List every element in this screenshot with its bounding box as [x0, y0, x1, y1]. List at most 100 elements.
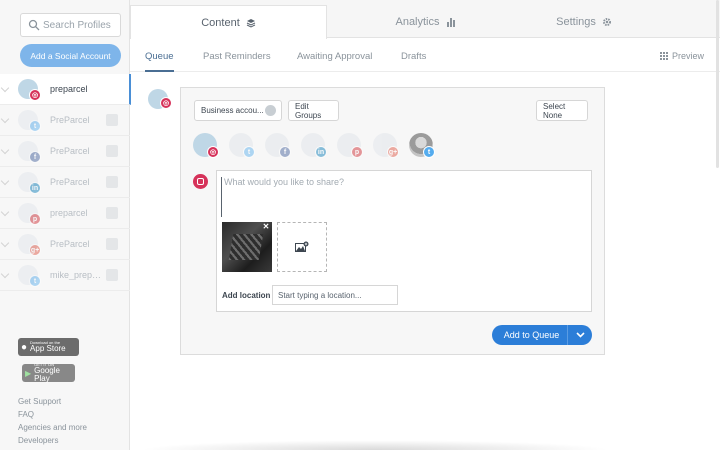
subtab-past-reminders[interactable]: Past Reminders: [203, 51, 271, 62]
profile-item[interactable]: f PreParcel: [0, 136, 130, 167]
instagram-icon: ◎: [29, 89, 41, 101]
profile-toggle[interactable]: [106, 207, 118, 219]
account-avatar-instagram[interactable]: ◎: [193, 133, 219, 158]
play-icon: ▶: [25, 368, 32, 378]
app-store-badge[interactable]: ● Download on the App Store: [18, 338, 79, 356]
business-accounts-label: Business accou...: [201, 106, 264, 115]
profile-toggle[interactable]: [106, 176, 118, 188]
checkmark-icon[interactable]: [0, 269, 10, 279]
footer-links: Get Support FAQ Agencies and more Develo…: [18, 395, 87, 447]
edit-groups-label: Edit Groups: [295, 101, 322, 120]
profile-item[interactable]: t mike_prepa...: [0, 260, 130, 291]
google-plus-icon: g+: [387, 146, 399, 158]
account-avatar-google-plus[interactable]: g+: [373, 133, 399, 158]
subtab-drafts[interactable]: Drafts: [401, 51, 426, 62]
edit-groups-button[interactable]: Edit Groups: [288, 100, 339, 121]
profile-toggle[interactable]: [106, 238, 118, 250]
search-box[interactable]: [20, 13, 121, 37]
post-textarea[interactable]: [221, 177, 581, 217]
profile-item[interactable]: in PreParcel: [0, 167, 130, 198]
footer-link-agencies[interactable]: Agencies and more: [18, 421, 87, 434]
post-editor: ✕ Add location: [216, 170, 592, 312]
footer-link-get-support[interactable]: Get Support: [18, 395, 87, 408]
twitter-icon: t: [423, 146, 435, 158]
profile-item[interactable]: ◎ preparcel: [0, 74, 131, 105]
google-plus-icon: g+: [29, 244, 41, 256]
add-location-label: Add location: [222, 291, 271, 300]
preview-button[interactable]: Preview: [659, 51, 704, 61]
pinterest-icon: p: [29, 213, 41, 225]
layers-icon: [246, 18, 255, 28]
sidebar: Add a Social Account ◎ preparcel t PreParce…: [0, 0, 131, 450]
checkmark-icon[interactable]: [0, 238, 10, 248]
profile-name: PreParcel: [50, 115, 90, 125]
profile-item[interactable]: g+ PreParcel: [0, 229, 130, 260]
profile-toggle[interactable]: [106, 145, 118, 157]
tab-content[interactable]: Content: [130, 5, 327, 39]
checkmark-icon[interactable]: [0, 176, 10, 186]
profile-toggle[interactable]: [106, 114, 118, 126]
instagram-icon: ◎: [160, 97, 172, 109]
linkedin-icon: in: [29, 182, 41, 194]
thumbnail-image-content: [228, 234, 264, 260]
tab-settings[interactable]: Settings: [524, 5, 644, 38]
count-badge: [265, 105, 276, 116]
search-icon: [28, 19, 40, 31]
facebook-icon: f: [29, 151, 41, 163]
queue-options-dropdown[interactable]: [567, 325, 592, 345]
add-social-account-button[interactable]: Add a Social Account: [20, 44, 121, 67]
select-none-label: Select None: [543, 101, 566, 120]
attached-image-thumbnail[interactable]: ✕: [222, 222, 272, 272]
tab-settings-label: Settings: [556, 15, 596, 28]
profile-name: PreParcel: [50, 177, 90, 187]
footer-link-developers[interactable]: Developers: [18, 434, 87, 447]
search-input[interactable]: [43, 17, 119, 33]
chevron-down-icon: [575, 332, 585, 338]
add-image-icon: [295, 241, 309, 252]
profile-toggle[interactable]: [106, 269, 118, 281]
account-avatar-row: ◎ t f in p g+ t: [193, 133, 453, 161]
google-play-big-text: Google Play: [34, 366, 60, 383]
account-avatar-facebook[interactable]: f: [265, 133, 291, 158]
facebook-icon: f: [279, 146, 291, 158]
instagram-icon: [193, 174, 208, 189]
tab-analytics-label: Analytics: [395, 15, 440, 28]
account-avatar-twitter[interactable]: t: [229, 133, 255, 158]
scrollbar[interactable]: [716, 0, 719, 168]
footer-link-faq[interactable]: FAQ: [18, 408, 87, 421]
add-to-queue-label: Add to Queue: [503, 330, 560, 340]
bar-chart-icon: [446, 17, 455, 27]
sub-tabs: Queue Past Reminders Awaiting Approval D…: [130, 38, 720, 72]
linkedin-icon: in: [315, 146, 327, 158]
account-avatar-pinterest[interactable]: p: [337, 133, 363, 158]
profile-name: preparcel: [50, 84, 88, 94]
profile-list: ◎ preparcel t PreParcel f PreParcel in PreParce…: [0, 74, 131, 291]
add-to-queue-button[interactable]: Add to Queue: [492, 325, 592, 345]
checkmark-icon[interactable]: [0, 145, 10, 155]
account-avatar-twitter[interactable]: t: [409, 133, 435, 158]
select-none-button[interactable]: Select None: [536, 100, 588, 121]
twitter-icon: t: [29, 120, 41, 132]
google-play-badge[interactable]: ▶ GET IT ON Google Play: [22, 363, 75, 383]
profile-name: PreParcel: [50, 146, 90, 156]
location-input[interactable]: [272, 285, 398, 305]
add-media-button[interactable]: [277, 222, 327, 272]
checkmark-icon[interactable]: [0, 83, 10, 93]
profile-name: mike_prepa...: [50, 270, 104, 280]
profile-item[interactable]: p preparcel: [0, 198, 130, 229]
subtab-awaiting-approval[interactable]: Awaiting Approval: [297, 51, 372, 62]
bottom-shadow: [140, 440, 610, 450]
pinterest-icon: p: [351, 146, 363, 158]
current-profile-avatar: ◎: [148, 89, 172, 109]
subtab-queue[interactable]: Queue: [145, 51, 174, 72]
app-store-big-text: App Store: [30, 344, 66, 353]
tab-analytics[interactable]: Analytics: [327, 5, 524, 38]
checkmark-icon[interactable]: [0, 114, 10, 124]
checkmark-icon[interactable]: [0, 207, 10, 217]
profile-item[interactable]: t PreParcel: [0, 105, 130, 136]
account-avatar-linkedin[interactable]: in: [301, 133, 327, 158]
close-icon[interactable]: ✕: [262, 223, 270, 231]
composer-card: Business accou... Edit Groups Select Non…: [180, 87, 605, 355]
twitter-icon: t: [243, 146, 255, 158]
business-accounts-dropdown[interactable]: Business accou...: [194, 100, 282, 121]
